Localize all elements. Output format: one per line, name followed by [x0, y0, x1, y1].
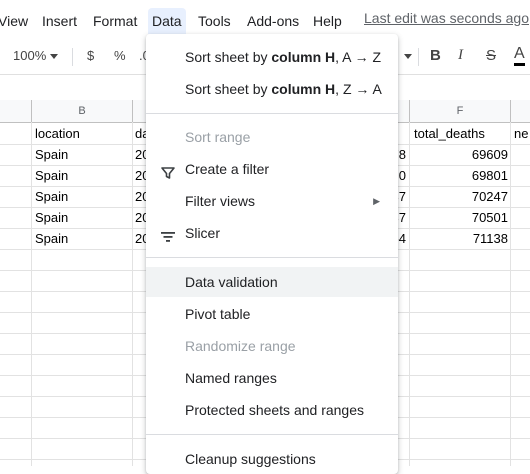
font-size-select[interactable]	[400, 48, 412, 63]
zoom-select[interactable]: 100%	[13, 48, 59, 63]
percent-format-button[interactable]: %	[114, 48, 126, 63]
text-color-button[interactable]: A	[514, 45, 525, 66]
menu-tools[interactable]: Tools	[198, 10, 231, 32]
sort-sheet-az-item[interactable]: Sort sheet by column H, A → Z	[146, 42, 398, 72]
toolbar-divider	[418, 48, 419, 66]
cleanup-suggestions-item[interactable]: Cleanup suggestions	[146, 444, 398, 474]
submenu-arrow-icon: ▶	[373, 196, 380, 206]
sort-range-item: Sort range	[185, 129, 251, 145]
table-row-total-deaths[interactable]: 69801	[414, 166, 508, 186]
italic-button[interactable]: I	[458, 47, 463, 64]
table-row-total-deaths[interactable]: 69609	[414, 145, 508, 165]
create-filter-item[interactable]: Create a filter	[146, 154, 398, 184]
menu-divider	[146, 257, 398, 258]
menu-help[interactable]: Help	[313, 10, 342, 32]
menu-divider	[146, 113, 398, 114]
cell-location-header[interactable]: location	[35, 124, 80, 144]
table-row-location[interactable]: Spain	[35, 145, 68, 165]
protected-sheets-item[interactable]: Protected sheets and ranges	[146, 395, 398, 425]
table-row-location[interactable]: Spain	[35, 166, 68, 186]
chevron-down-icon	[404, 54, 412, 60]
table-row-location[interactable]: Spain	[35, 229, 68, 249]
toolbar-divider	[72, 48, 73, 66]
menu-format[interactable]: Format	[93, 10, 137, 32]
filter-icon	[160, 161, 176, 179]
data-menu-dropdown: Sort sheet by column H, A → Z Sort sheet…	[146, 34, 398, 474]
table-row-location[interactable]: Spain	[35, 187, 68, 207]
bold-button[interactable]: B	[430, 47, 441, 64]
table-row-total-deaths[interactable]: 70247	[414, 187, 508, 207]
table-row-total-deaths[interactable]: 70501	[414, 208, 508, 228]
pivot-table-item[interactable]: Pivot table	[146, 299, 398, 329]
menu-data[interactable]: Data	[148, 8, 186, 34]
row-header-corner	[0, 100, 32, 123]
chevron-down-icon	[50, 54, 59, 60]
column-header-b[interactable]: B	[32, 100, 133, 123]
randomize-range-item: Randomize range	[185, 338, 296, 354]
currency-format-button[interactable]: $	[87, 48, 94, 63]
last-edit-link[interactable]: Last edit was seconds ago	[364, 10, 529, 26]
slicer-item[interactable]: Slicer	[146, 218, 398, 248]
column-header-g[interactable]	[511, 100, 530, 123]
menu-divider	[146, 434, 398, 435]
table-row-total-deaths[interactable]: 71138	[414, 229, 508, 249]
sort-sheet-za-item[interactable]: Sort sheet by column H, Z → A	[146, 74, 398, 104]
menu-view[interactable]: View	[0, 10, 28, 32]
table-row-location[interactable]: Spain	[35, 208, 68, 228]
menu-insert[interactable]: Insert	[42, 10, 77, 32]
strikethrough-button[interactable]: S	[486, 47, 496, 64]
filter-views-item[interactable]: Filter views ▶	[146, 186, 398, 216]
cell-total-deaths-header[interactable]: total_deaths	[414, 124, 485, 144]
named-ranges-item[interactable]: Named ranges	[146, 363, 398, 393]
data-validation-item[interactable]: Data validation	[146, 267, 398, 297]
menu-add-ons[interactable]: Add-ons	[247, 10, 299, 32]
cell-g-header[interactable]: ne	[514, 124, 528, 144]
slicer-icon	[160, 225, 176, 242]
column-header-f[interactable]: F	[410, 100, 511, 123]
